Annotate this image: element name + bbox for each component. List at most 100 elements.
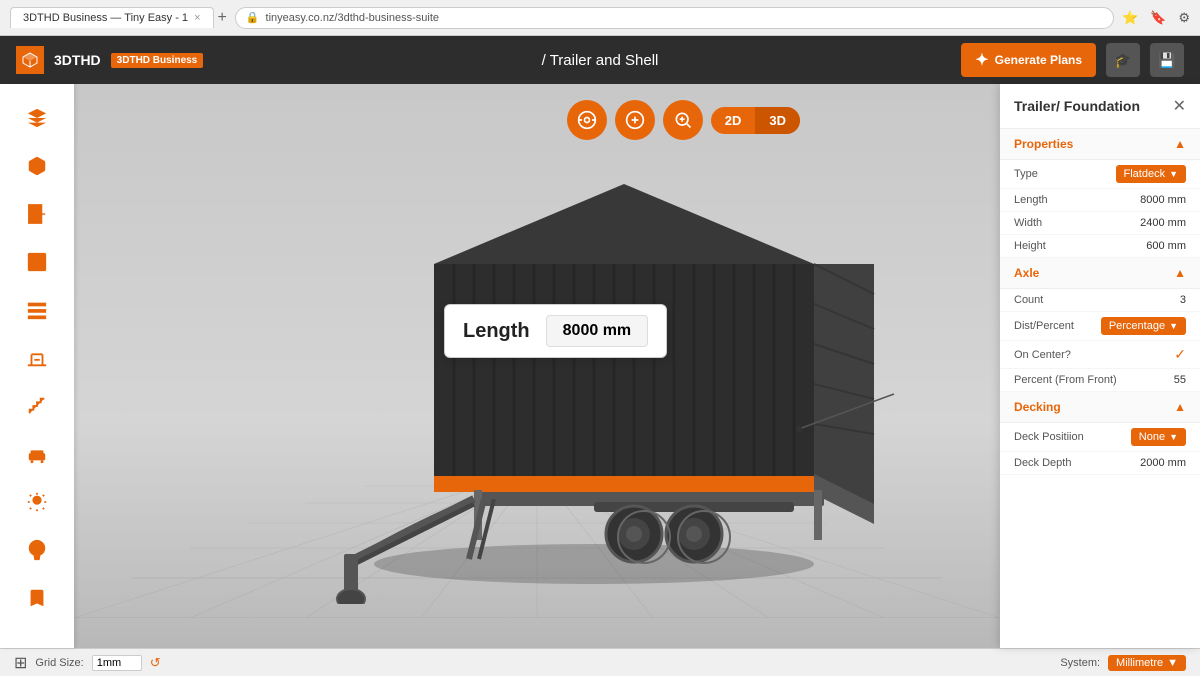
sidebar-icon-paint[interactable] xyxy=(15,528,59,572)
grid-size-label: Grid Size: xyxy=(35,657,83,669)
browser-tabs: 3DTHD Business — Tiny Easy - 1 × + xyxy=(10,7,227,28)
type-value: Flatdeck xyxy=(1124,168,1166,180)
right-panel: Trailer/ Foundation ✕ Properties ▲ Type … xyxy=(1000,84,1200,648)
deckposition-row: Deck Positiion None ▼ xyxy=(1000,423,1200,452)
height-row: Height 600 mm xyxy=(1000,235,1200,258)
tooltip-value: 8000 mm xyxy=(546,315,649,347)
dist-value: Percentage xyxy=(1109,320,1165,332)
header-title: / Trailer and Shell xyxy=(542,52,659,69)
app-header: 3DTHD 3DTHD Business / Trailer and Shell… xyxy=(0,36,1200,84)
grid-size-input[interactable] xyxy=(92,655,142,671)
dist-dropdown[interactable]: Percentage ▼ xyxy=(1101,317,1186,335)
view-2d-button[interactable]: 2D xyxy=(711,107,756,134)
length-label: Length xyxy=(1014,194,1048,206)
deckdepth-label: Deck Depth xyxy=(1014,457,1071,469)
sidebar-icon-stairs[interactable] xyxy=(15,384,59,428)
height-label: Height xyxy=(1014,240,1046,252)
panel-close-button[interactable]: ✕ xyxy=(1173,96,1186,116)
deckdepth-value: 2000 mm xyxy=(1140,457,1186,469)
oncenter-row: On Center? ✓ xyxy=(1000,341,1200,369)
deckposition-label: Deck Positiion xyxy=(1014,431,1084,443)
logo-text: 3DTHD xyxy=(54,52,101,68)
view-3d-button[interactable]: 3D xyxy=(755,107,800,134)
length-tooltip: Length 8000 mm xyxy=(444,304,667,358)
generate-plans-label: Generate Plans xyxy=(995,53,1082,67)
width-label: Width xyxy=(1014,217,1042,229)
height-value: 600 mm xyxy=(1146,240,1186,252)
view-orbit-button[interactable] xyxy=(567,100,607,140)
percent-row: Percent (From Front) 55 xyxy=(1000,369,1200,392)
save-icon-button[interactable]: 💾 xyxy=(1150,43,1184,77)
new-tab-button[interactable]: + xyxy=(218,9,227,27)
status-bar: ⊞ Grid Size: ↺ System: Millimetre ▼ xyxy=(0,648,1200,676)
percent-value: 55 xyxy=(1174,374,1186,386)
view-zoom-button[interactable] xyxy=(663,100,703,140)
deckposition-dropdown[interactable]: None ▼ xyxy=(1131,428,1186,446)
grid-reset-button[interactable]: ↺ xyxy=(150,655,161,671)
generate-plus-icon: ✦ xyxy=(975,50,988,70)
type-dropdown[interactable]: Flatdeck ▼ xyxy=(1116,165,1187,183)
deckposition-dropdown-arrow: ▼ xyxy=(1169,432,1178,442)
grid-icon: ⊞ xyxy=(14,653,27,673)
browser-controls: ⭐🔖⚙ xyxy=(1122,10,1190,26)
browser-tab[interactable]: 3DTHD Business — Tiny Easy - 1 × xyxy=(10,7,214,28)
address-bar[interactable]: 🔒 tinyeasy.co.nz/3dthd-business-suite xyxy=(235,7,1114,29)
grid-label-text: Grid Size: xyxy=(35,657,83,669)
axle-section-title: Axle xyxy=(1014,266,1039,280)
unit-dropdown[interactable]: Millimetre ▼ xyxy=(1108,655,1186,671)
unit-value: Millimetre xyxy=(1116,657,1163,669)
decking-section-header[interactable]: Decking ▲ xyxy=(1000,392,1200,423)
type-dropdown-arrow: ▼ xyxy=(1169,169,1178,179)
sidebar-icon-wall[interactable] xyxy=(15,288,59,332)
count-value: 3 xyxy=(1180,294,1186,306)
status-right: System: Millimetre ▼ xyxy=(1060,655,1186,671)
left-sidebar xyxy=(0,84,74,648)
decking-toggle-icon[interactable]: ▲ xyxy=(1174,400,1186,414)
dist-row: Dist/Percent Percentage ▼ xyxy=(1000,312,1200,341)
sidebar-icon-door[interactable] xyxy=(15,192,59,236)
oncenter-label: On Center? xyxy=(1014,349,1071,361)
view-2d-3d-toggle[interactable]: 2D 3D xyxy=(711,107,800,134)
system-label: System: xyxy=(1060,657,1100,669)
main-content: Length 8000 mm xyxy=(0,84,1200,648)
length-value: 8000 mm xyxy=(1140,194,1186,206)
tab-close-icon[interactable]: × xyxy=(194,12,200,24)
sidebar-icon-layers[interactable] xyxy=(15,96,59,140)
oncenter-check: ✓ xyxy=(1174,346,1186,363)
type-label: Type xyxy=(1014,168,1038,180)
type-row: Type Flatdeck ▼ xyxy=(1000,160,1200,189)
count-label: Count xyxy=(1014,294,1043,306)
trailer-3d-model xyxy=(254,164,934,604)
logo-area: 3DTHD 3DTHD Business xyxy=(16,46,203,74)
panel-title: Trailer/ Foundation xyxy=(1014,98,1140,114)
sidebar-icon-furniture[interactable] xyxy=(15,432,59,476)
length-row: Length 8000 mm xyxy=(1000,189,1200,212)
sidebar-icon-box[interactable] xyxy=(15,144,59,188)
panel-header: Trailer/ Foundation ✕ xyxy=(1000,84,1200,129)
properties-section-title: Properties xyxy=(1014,137,1073,151)
dist-dropdown-arrow: ▼ xyxy=(1169,321,1178,331)
header-actions: ✦ Generate Plans 🎓 💾 xyxy=(961,43,1184,77)
url-text: tinyeasy.co.nz/3dthd-business-suite xyxy=(266,12,439,24)
sidebar-icon-window[interactable] xyxy=(15,240,59,284)
generate-plans-button[interactable]: ✦ Generate Plans xyxy=(961,43,1096,77)
sidebar-icon-light[interactable] xyxy=(15,480,59,524)
view-controls: 2D 3D xyxy=(567,100,800,140)
decking-section-title: Decking xyxy=(1014,400,1061,414)
deckposition-value: None xyxy=(1139,431,1165,443)
viewport[interactable]: Length 8000 mm xyxy=(74,84,1000,648)
sidebar-icon-bookmark[interactable] xyxy=(15,576,59,620)
properties-section-header[interactable]: Properties ▲ xyxy=(1000,129,1200,160)
hat-icon-button[interactable]: 🎓 xyxy=(1106,43,1140,77)
logo-cube xyxy=(16,46,44,74)
view-pan-button[interactable] xyxy=(615,100,655,140)
axle-toggle-icon[interactable]: ▲ xyxy=(1174,266,1186,280)
axle-section-header[interactable]: Axle ▲ xyxy=(1000,258,1200,289)
browser-bar: 3DTHD Business — Tiny Easy - 1 × + 🔒 tin… xyxy=(0,0,1200,36)
properties-toggle-icon[interactable]: ▲ xyxy=(1174,137,1186,151)
tooltip-label: Length xyxy=(463,320,530,343)
sidebar-icon-floor[interactable] xyxy=(15,336,59,380)
deckdepth-row: Deck Depth 2000 mm xyxy=(1000,452,1200,475)
width-value: 2400 mm xyxy=(1140,217,1186,229)
business-badge: 3DTHD Business xyxy=(111,53,204,68)
